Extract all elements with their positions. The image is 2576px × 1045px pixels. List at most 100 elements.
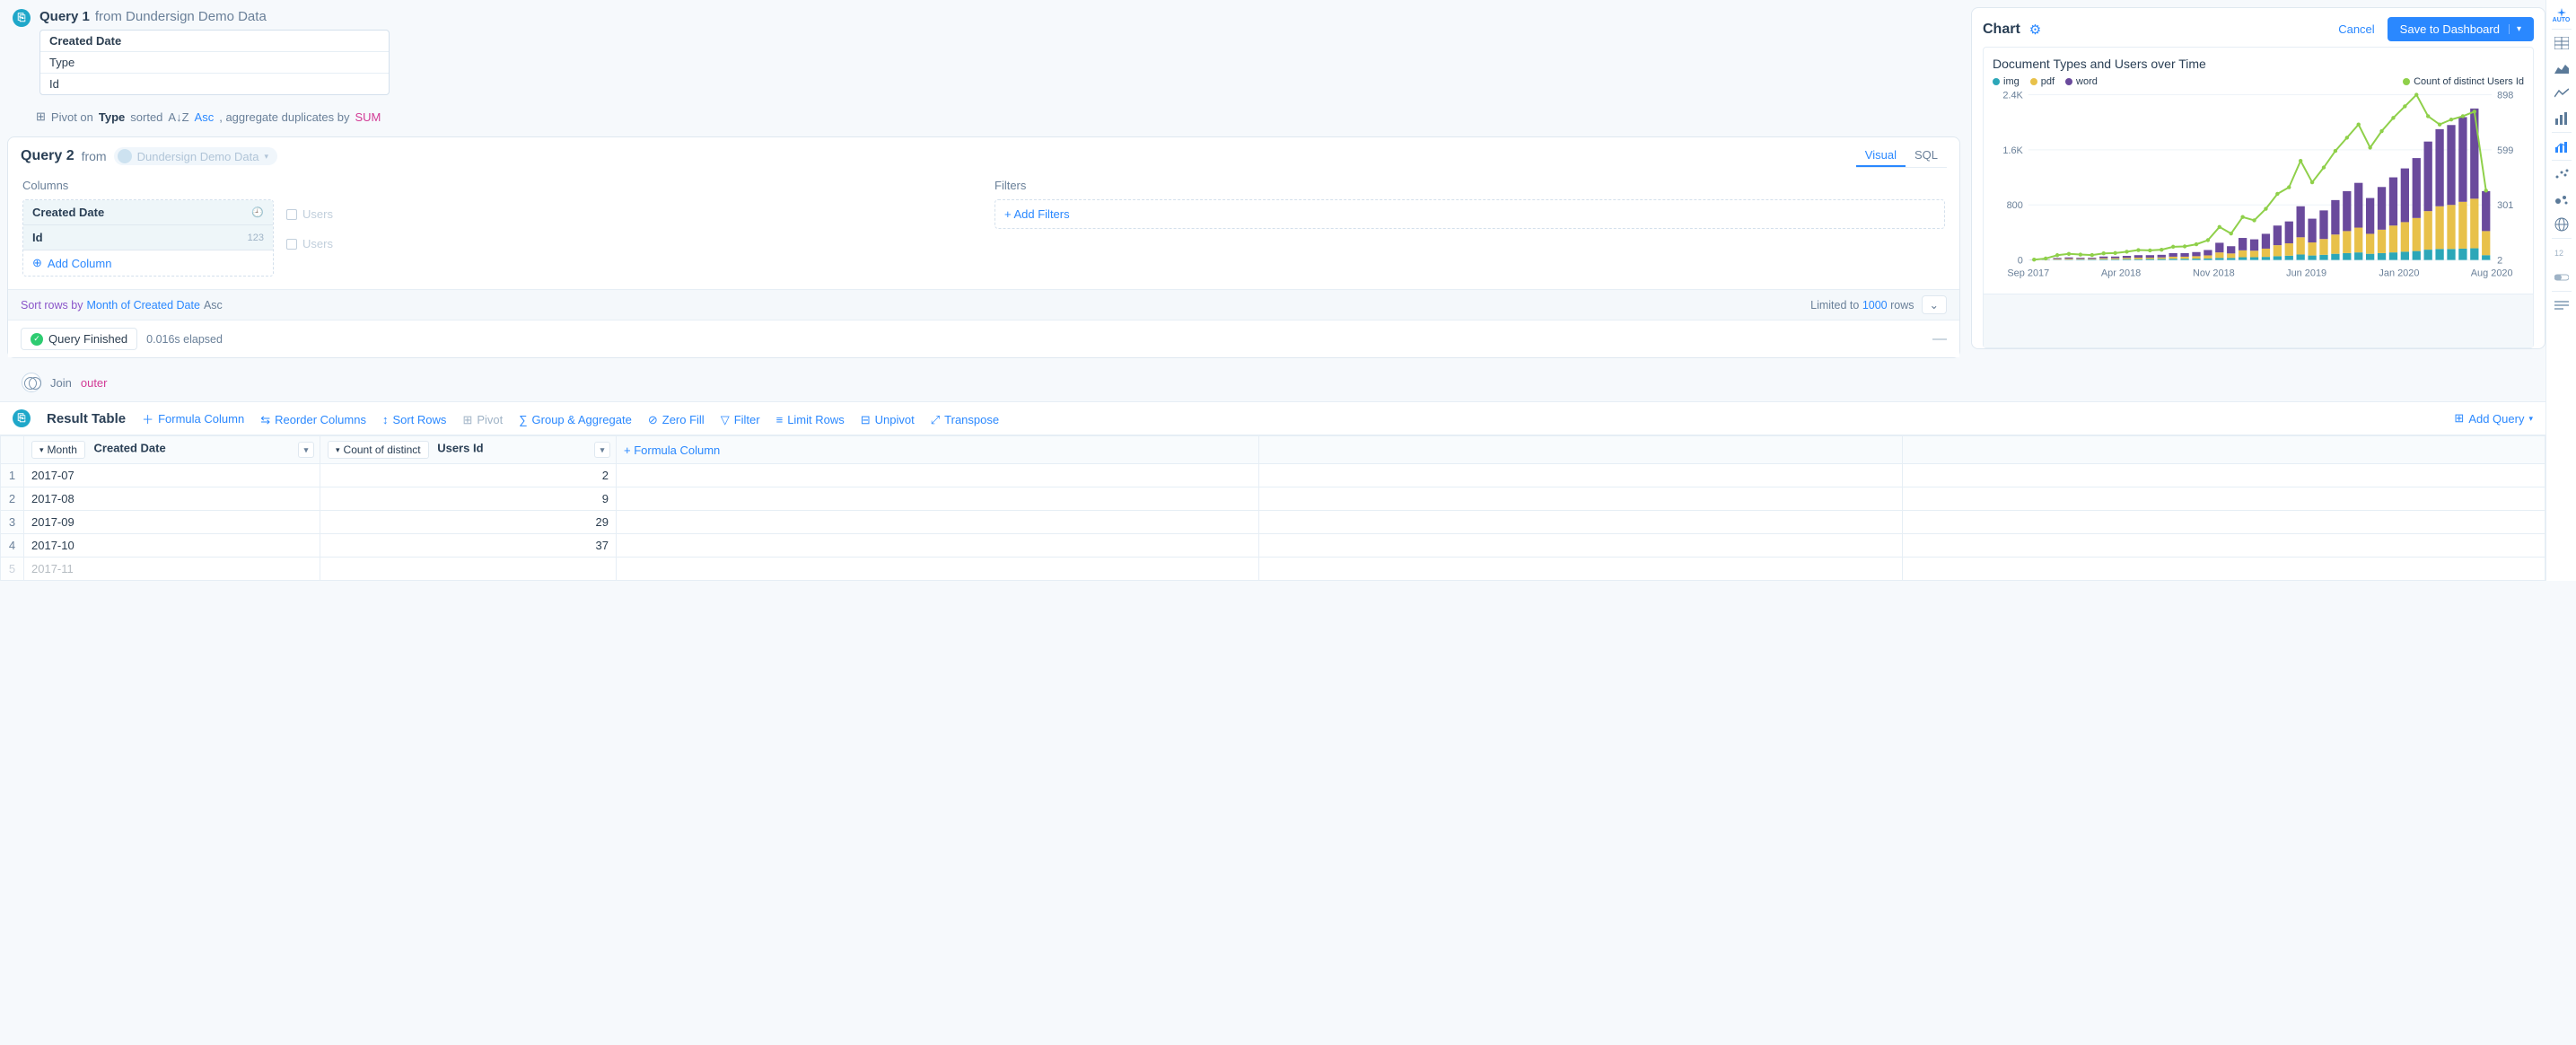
cell-count[interactable]: 2 <box>320 464 617 487</box>
side-label: Users <box>302 207 333 221</box>
add-query-button[interactable]: ⊞ Add Query ▾ <box>2454 411 2533 426</box>
row-index: 1 <box>1 464 24 487</box>
column-menu-button[interactable]: ▾ <box>298 442 314 458</box>
pivot-order[interactable]: Asc <box>195 110 215 124</box>
col-header-created-date[interactable]: ▾ Month Created Date ▾ <box>24 436 320 464</box>
svg-text:301: 301 <box>2497 200 2513 211</box>
add-filters-label: + Add Filters <box>1004 207 1070 221</box>
svg-text:599: 599 <box>2497 145 2513 156</box>
pill-label: Count of distinct <box>344 443 421 456</box>
column-menu-button[interactable]: ▾ <box>594 442 610 458</box>
toolbar-action-filter[interactable]: ▽Filter <box>721 413 760 427</box>
chart-type-gauge-button[interactable] <box>2549 266 2574 289</box>
table-row[interactable]: 22017-089 <box>1 487 2545 511</box>
chart-type-auto-button[interactable]: AUTO <box>2549 4 2574 27</box>
pill-label: Month <box>48 443 77 456</box>
toolbar-action-limit-rows[interactable]: ≡Limit Rows <box>776 413 845 426</box>
col-header-label: Users Id <box>437 442 483 455</box>
toolbar-action-unpivot[interactable]: ⊟Unpivot <box>861 413 915 427</box>
plus-icon: ＋ <box>142 410 153 427</box>
pivot-agg[interactable]: SUM <box>355 110 381 124</box>
column-row-id[interactable]: Id 123 <box>23 225 273 250</box>
table-row[interactable]: 42017-1037 <box>1 534 2545 558</box>
join-transform-line[interactable]: Join outer <box>22 362 1960 398</box>
svg-text:800: 800 <box>2007 200 2023 211</box>
collapse-button[interactable]: — <box>1932 331 1947 347</box>
chart-type-bar-button[interactable] <box>2549 107 2574 130</box>
sort-dir[interactable]: Asc <box>204 299 223 312</box>
col-header-formula[interactable]: + Formula Column <box>617 436 1259 464</box>
query1-icon: ⎘ <box>13 9 31 27</box>
query2-chip-label: Dundersign Demo Data <box>137 150 259 163</box>
toolbar-action-sort-rows[interactable]: ↕Sort Rows <box>382 413 446 426</box>
toolbar-action-formula-column[interactable]: ＋Formula Column <box>142 410 244 427</box>
pivot-transform-line[interactable]: ⊞ Pivot on Type sorted A↓Z Asc , aggrega… <box>22 101 1960 133</box>
aggregate-pill-countdistinct[interactable]: ▾ Count of distinct <box>328 441 429 459</box>
chart-type-number-button[interactable]: 12 <box>2549 241 2574 264</box>
toolbar-action-transpose[interactable]: ⤢Transpose <box>931 413 999 427</box>
chart-type-scatter-button[interactable] <box>2549 162 2574 186</box>
svg-text:Jun 2019: Jun 2019 <box>2286 268 2326 278</box>
cell-date[interactable]: 2017-10 <box>24 534 320 558</box>
limit-icon: ≡ <box>776 413 784 426</box>
sort-az-icon: A↓Z <box>168 110 188 124</box>
cell-empty <box>1259 558 1902 581</box>
save-to-dashboard-button[interactable]: Save to Dashboard ▾ <box>2388 17 2534 41</box>
cell-date[interactable]: 2017-07 <box>24 464 320 487</box>
query2-columns-list: Created Date 🕘 Id 123 ⊕Add Column <box>22 199 274 277</box>
save-dropdown-icon[interactable]: ▾ <box>2509 24 2521 34</box>
add-query-label: Add Query <box>2468 412 2524 426</box>
cell-count[interactable] <box>320 558 617 581</box>
chart-settings-gear-icon[interactable]: ⚙ <box>2029 22 2041 38</box>
query1-col-id[interactable]: Id <box>40 74 389 94</box>
svg-text:1.6K: 1.6K <box>2002 145 2023 156</box>
add-column-button[interactable]: ⊕Add Column <box>23 250 273 276</box>
cell-count[interactable]: 29 <box>320 511 617 534</box>
table-row[interactable]: 12017-072 <box>1 464 2545 487</box>
query1-col-createddate[interactable]: Created Date <box>40 31 389 52</box>
cell-count[interactable]: 37 <box>320 534 617 558</box>
query-finished-badge[interactable]: ✓ Query Finished <box>21 328 137 350</box>
cell-date[interactable]: 2017-09 <box>24 511 320 534</box>
cell-date[interactable]: 2017-11 <box>24 558 320 581</box>
chart-type-bubble-button[interactable] <box>2549 188 2574 211</box>
cell-date[interactable]: 2017-08 <box>24 487 320 511</box>
cancel-button[interactable]: Cancel <box>2338 22 2374 36</box>
query2-source-chip[interactable]: Dundersign Demo Data ▾ <box>114 147 277 165</box>
column-row-createddate[interactable]: Created Date 🕘 <box>23 200 273 225</box>
toolbar-action-zero-fill[interactable]: ⊘Zero Fill <box>648 413 705 427</box>
chart-type-line-button[interactable] <box>2549 82 2574 105</box>
cell-count[interactable]: 9 <box>320 487 617 511</box>
cell-empty <box>1259 534 1902 558</box>
query2-title[interactable]: Query 2 <box>21 148 74 164</box>
formula-column-button[interactable]: + Formula Column <box>624 443 720 457</box>
toolbar-action-group-aggregate[interactable]: ∑Group & Aggregate <box>519 413 632 426</box>
chart-type-combo-button[interactable] <box>2549 135 2574 158</box>
chart-type-map-button[interactable] <box>2549 213 2574 236</box>
table-row[interactable]: 32017-0929 <box>1 511 2545 534</box>
chart-type-area-button[interactable] <box>2549 57 2574 80</box>
plus-square-icon: ⊞ <box>2454 411 2464 426</box>
side-users-1[interactable]: Users <box>286 202 333 226</box>
limit-dropdown-button[interactable]: ⌄ <box>1922 295 1947 314</box>
side-users-2[interactable]: Users <box>286 232 333 256</box>
col-header-users-id[interactable]: ▾ Count of distinct Users Id ▾ <box>320 436 617 464</box>
row-index: 4 <box>1 534 24 558</box>
bubble-icon <box>2554 193 2569 206</box>
aggregate-pill-month[interactable]: ▾ Month <box>31 441 85 459</box>
limit-n[interactable]: 1000 <box>1862 299 1888 312</box>
toolbar-action-reorder-columns[interactable]: ⇆Reorder Columns <box>260 413 366 427</box>
table-row[interactable]: 52017-11 <box>1 558 2545 581</box>
tab-visual[interactable]: Visual <box>1856 145 1906 167</box>
chart-type-table-button[interactable] <box>2549 31 2574 55</box>
sort-field[interactable]: Month of Created Date <box>86 299 199 312</box>
add-filters-button[interactable]: + Add Filters <box>994 199 1945 229</box>
chart-plot-area[interactable]: 08001.6K2.4K2301599898Sep 2017Apr 2018No… <box>1993 91 2524 284</box>
join-type[interactable]: outer <box>81 376 108 390</box>
chart-type-more-button[interactable] <box>2549 294 2574 317</box>
query1-title[interactable]: Query 1 from Dundersign Demo Data <box>39 9 390 24</box>
legend-swatch-word <box>2065 78 2072 85</box>
tab-sql[interactable]: SQL <box>1906 145 1947 167</box>
save-label: Save to Dashboard <box>2400 22 2500 36</box>
query1-col-type[interactable]: Type <box>40 52 389 74</box>
